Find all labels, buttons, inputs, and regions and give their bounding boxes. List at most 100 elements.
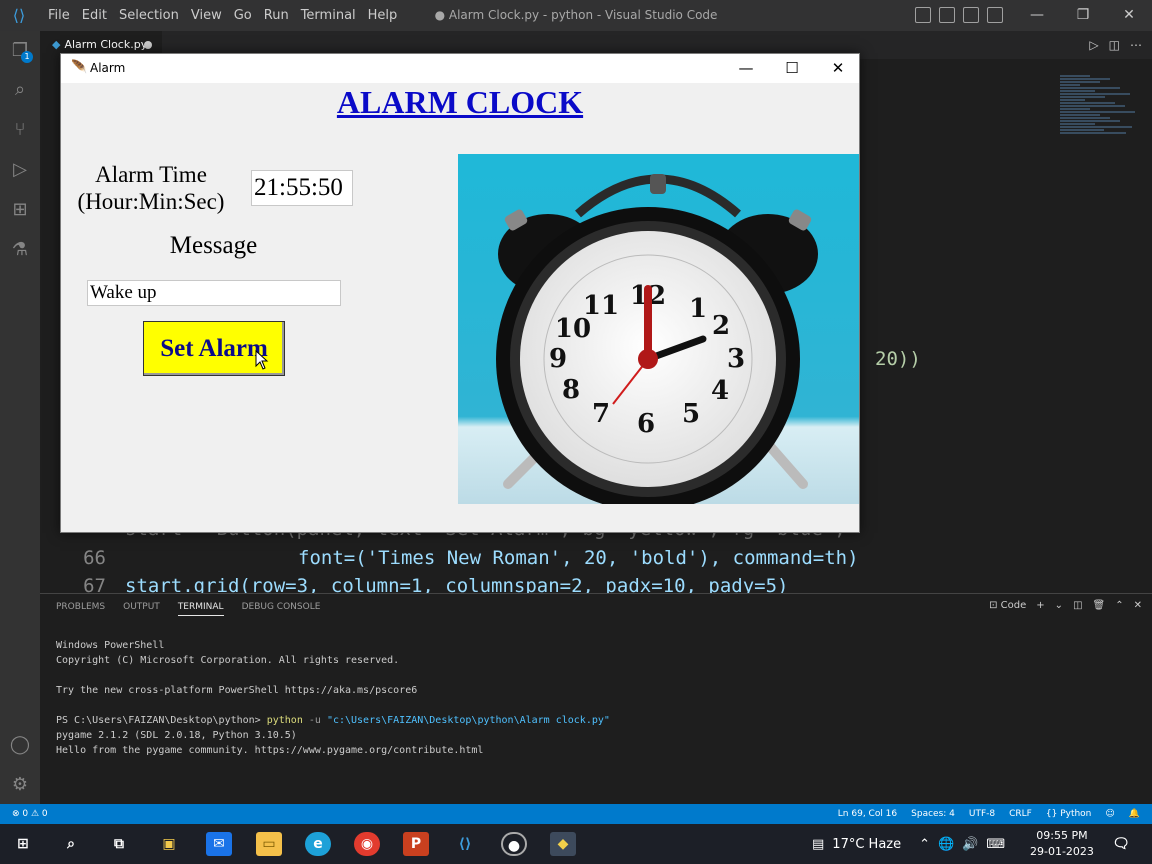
trash-icon[interactable]: 🗑 [1093, 600, 1106, 611]
feedback-icon[interactable]: ☺ [1105, 804, 1114, 824]
run-file-icon[interactable]: ▷ [1089, 31, 1098, 59]
terminal-dropdown[interactable]: ⊡ Code [989, 600, 1026, 611]
svg-text:7: 7 [592, 399, 610, 429]
menu-file[interactable]: File [42, 0, 76, 31]
alarm-window-title: Alarm [90, 61, 126, 75]
menu-help[interactable]: Help [362, 0, 404, 31]
menu-bar: File Edit Selection View Go Run Terminal… [42, 0, 403, 31]
file-explorer-icon[interactable]: ▭ [256, 832, 282, 856]
extensions-icon[interactable]: ⊞ [8, 198, 32, 222]
status-bar: ⊗ 0 ⚠ 0 Ln 69, Col 16 Spaces: 4 UTF-8 CR… [0, 804, 1152, 824]
keyboard-icon[interactable]: ⌨ [986, 837, 1005, 852]
network-icon[interactable]: 🌐 [938, 837, 954, 852]
svg-text:9: 9 [549, 344, 567, 374]
restore-icon[interactable]: ❐ [1060, 0, 1106, 31]
maximize-panel-icon[interactable]: ⌃ [1115, 600, 1123, 611]
end-of-line[interactable]: CRLF [1009, 804, 1032, 824]
menu-go[interactable]: Go [228, 0, 258, 31]
notifications-bell-icon[interactable]: 🔔 [1129, 804, 1140, 824]
message-input[interactable]: Wake up [87, 280, 341, 306]
message-label: Message [169, 232, 258, 259]
toggle-sidebar-icon[interactable] [915, 7, 931, 23]
alarm-time-label-line1: Alarm Time [95, 162, 207, 187]
chevron-down-icon[interactable]: ⌄ [1055, 600, 1063, 611]
mail-icon[interactable]: ✉ [206, 832, 232, 856]
store-icon[interactable]: ▣ [156, 832, 182, 856]
alarm-close-icon[interactable]: ✕ [815, 54, 861, 83]
obs-icon[interactable]: ● [501, 832, 527, 856]
vscode-taskbar-icon[interactable]: ⟨⟩ [452, 832, 478, 856]
manage-gear-icon[interactable]: ⚙ [8, 773, 32, 797]
status-right: Ln 69, Col 16 Spaces: 4 UTF-8 CRLF {} Py… [838, 804, 1140, 824]
terminal-line: Try the new cross-platform PowerShell ht… [56, 685, 418, 696]
alarm-time-label-line2: (Hour:Min:Sec) [77, 189, 225, 214]
indentation[interactable]: Spaces: 4 [911, 804, 955, 824]
minimize-icon[interactable]: — [1014, 0, 1060, 31]
menu-edit[interactable]: Edit [76, 0, 113, 31]
terminal-line: Hello from the pygame community. https:/… [56, 745, 484, 756]
tab-output[interactable]: OUTPUT [123, 602, 160, 616]
mouse-cursor-icon [255, 350, 269, 370]
tab-problems[interactable]: PROBLEMS [56, 602, 105, 616]
alarm-time-input[interactable]: 21:55:50 [251, 170, 353, 206]
clock-date: 29-01-2023 [1030, 845, 1094, 858]
svg-text:8: 8 [562, 375, 580, 405]
tab-terminal[interactable]: TERMINAL [177, 602, 224, 616]
tk-feather-icon: 🪶 [71, 60, 88, 75]
task-view-icon[interactable]: ⧉ [106, 832, 132, 856]
taskbar-clock[interactable]: 09:55 PM 29-01-2023 [1030, 828, 1094, 860]
language-label: Python [1060, 809, 1092, 819]
account-icon[interactable]: ◯ [8, 733, 32, 757]
python-app-icon[interactable]: ◆ [550, 832, 576, 856]
terminal-command: python [266, 715, 303, 726]
new-terminal-icon[interactable]: + [1036, 600, 1044, 611]
search-icon[interactable]: ⌕ [8, 78, 32, 102]
minimap[interactable] [1060, 74, 1140, 214]
menu-view[interactable]: View [185, 0, 228, 31]
clock-time: 09:55 PM [1036, 829, 1088, 842]
tab-debug-console[interactable]: DEBUG CONSOLE [242, 602, 321, 616]
run-debug-icon[interactable]: ▷ [8, 158, 32, 182]
chrome-icon[interactable]: ◉ [354, 832, 380, 856]
terminal-flag: -u [302, 715, 327, 726]
terminal-output[interactable]: Windows PowerShell Copyright (C) Microso… [56, 638, 610, 758]
alarm-clock-image: 12 1 2 3 4 5 6 7 8 9 10 11 [458, 154, 859, 504]
split-terminal-icon[interactable]: ◫ [1073, 600, 1082, 611]
menu-selection[interactable]: Selection [113, 0, 185, 31]
problems-count[interactable]: ⊗ 0 ⚠ 0 [12, 804, 48, 824]
menu-terminal[interactable]: Terminal [295, 0, 362, 31]
close-panel-icon[interactable]: ✕ [1134, 600, 1142, 611]
alarm-window: 🪶 Alarm — ☐ ✕ ALARM CLOCK Alarm Time (Ho… [60, 53, 860, 533]
svg-text:4: 4 [711, 376, 729, 406]
close-icon[interactable]: ✕ [1106, 0, 1152, 31]
volume-icon[interactable]: 🔊 [962, 837, 978, 852]
weather-text[interactable]: 17°C Haze [832, 837, 901, 852]
line-number: 67 [83, 575, 106, 593]
encoding[interactable]: UTF-8 [969, 804, 995, 824]
bottom-panel: PROBLEMS OUTPUT TERMINAL DEBUG CONSOLE ⊡… [40, 593, 1152, 804]
code-line-67: start.grid(row=3, column=1, columnspan=2… [125, 575, 789, 593]
toggle-panel-icon[interactable] [939, 7, 955, 23]
source-control-icon[interactable]: ⑂ [8, 118, 32, 142]
toggle-secondary-sidebar-icon[interactable] [963, 7, 979, 23]
alarm-minimize-icon[interactable]: — [723, 54, 769, 83]
notifications-icon[interactable]: 🗨 [1108, 832, 1134, 856]
search-icon[interactable]: ⌕ [58, 832, 84, 856]
cursor-position[interactable]: Ln 69, Col 16 [838, 804, 897, 824]
testing-icon[interactable]: ⚗ [8, 238, 32, 262]
edge-icon[interactable]: e [305, 832, 331, 856]
menu-run[interactable]: Run [258, 0, 295, 31]
alarm-maximize-icon[interactable]: ☐ [769, 54, 815, 83]
code-line-66: font=('Times New Roman', 20, 'bold'), co… [298, 547, 859, 569]
more-actions-icon[interactable]: ⋯ [1130, 31, 1142, 59]
windows-taskbar: ⊞ ⌕ ⧉ ▣ ✉ ▭ e ◉ P ⟨⟩ ● ◆ ▤ 17°C Haze ⌃ 🌐… [0, 824, 1152, 864]
alarm-heading: ALARM CLOCK [336, 84, 584, 120]
language-mode[interactable]: {} Python [1046, 804, 1092, 824]
unsaved-dot-icon[interactable] [144, 41, 152, 49]
customize-layout-icon[interactable] [987, 7, 1003, 23]
title-bar: ⟨⟩ File Edit Selection View Go Run Termi… [0, 0, 1152, 31]
powerpoint-icon[interactable]: P [403, 832, 429, 856]
split-editor-icon[interactable]: ◫ [1109, 31, 1120, 59]
windows-start-icon[interactable]: ⊞ [10, 832, 36, 856]
show-hidden-icons-icon[interactable]: ⌃ [919, 837, 930, 852]
